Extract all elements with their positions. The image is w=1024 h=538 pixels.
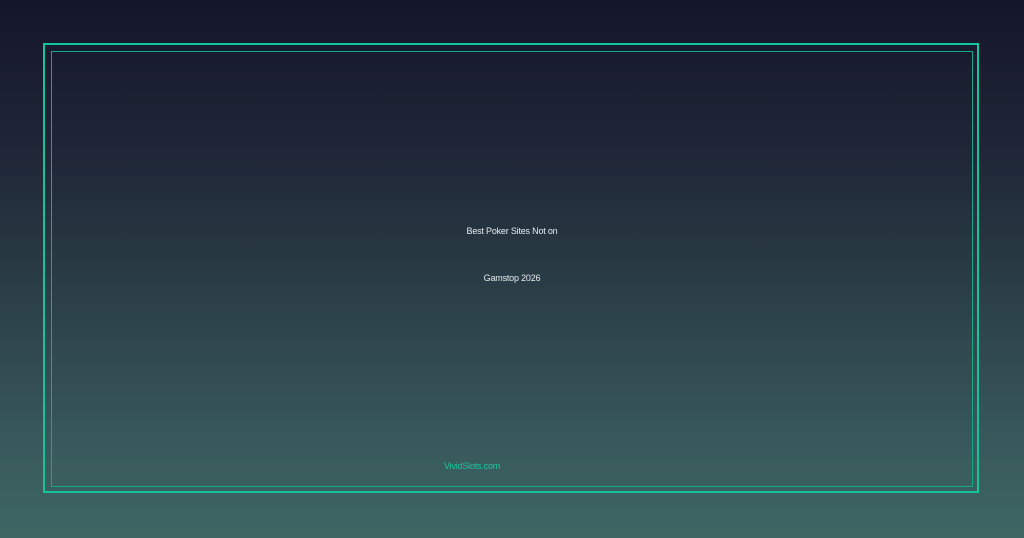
inner-border-frame [51,51,973,487]
banner-title-line-2: Gamstop 2026 [483,273,541,283]
banner-title-line-1: Best Poker Sites Not on [466,226,558,236]
brand-name: VividSlots.com [444,461,501,471]
